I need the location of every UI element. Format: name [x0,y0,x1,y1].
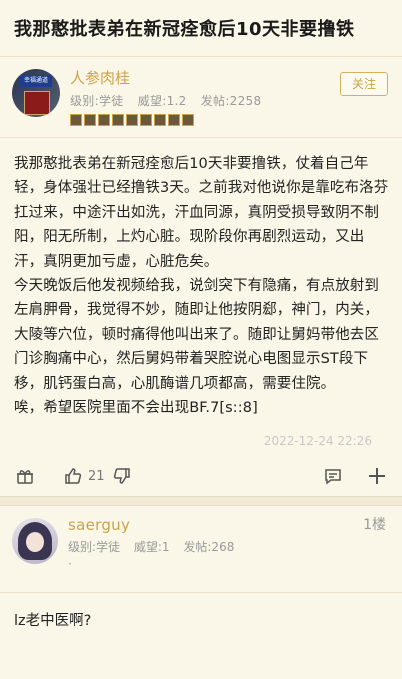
gift-icon[interactable] [14,465,36,487]
author-badges [70,114,390,126]
reply-author-posts: 发帖:268 [183,540,235,555]
author-level: 级别:学徒 [70,94,124,108]
follow-button[interactable]: 关注 [340,72,388,96]
post-paragraph: 今天晚饭后他发视频给我，说剑突下有隐痛，有点放射到左肩胛骨，我觉得不妙，随即让他… [14,278,379,392]
badge-icon[interactable] [154,114,166,126]
badge-icon[interactable] [70,114,82,126]
thumbs-down-icon[interactable] [111,465,133,487]
author-posts: 发帖:2258 [200,94,262,108]
plus-icon[interactable] [366,465,388,487]
thread-title-bar: 我那憨批表弟在新冠痊愈后10天非要撸铁 [0,0,402,57]
thread-title: 我那憨批表弟在新冠痊愈后10天非要撸铁 [14,19,355,40]
reply-author-name[interactable]: saerguy [68,516,390,534]
badge-icon[interactable] [140,114,152,126]
post-actions: 21 [0,456,402,496]
reply-author-meta: saerguy 级别:学徒 威望:1 发帖:268 · [68,516,390,571]
reply-avatar[interactable] [12,518,58,565]
reply-author-level: 级别:学徒 [68,540,121,555]
badge-icon[interactable] [98,114,110,126]
post-paragraph: 唉，希望医院里面不会出现BF.7[s::8] [14,400,258,417]
badge-icon[interactable] [182,114,194,126]
author-avatar[interactable]: 幸福通道 [12,69,60,117]
reply-author-reputation: 威望:1 [133,540,170,555]
reply-dot: · [68,557,72,572]
badge-icon[interactable] [84,114,96,126]
floor-number: 1楼 [363,517,386,534]
thumbs-up-icon[interactable] [62,465,84,487]
post-paragraph: 我那憨批表弟在新冠痊愈后10天非要撸铁，仗着自己年轻，身体强壮已经撸铁3天。之前… [14,156,389,270]
avatar-sign: 幸福通道 [20,75,52,87]
post-timestamp: 2022-12-24 22:26 [263,434,372,449]
avatar-door [24,91,50,115]
post-content: 我那憨批表弟在新冠痊愈后10天非要撸铁，仗着自己年轻，身体强壮已经撸铁3天。之前… [0,138,402,420]
like-count: 21 [88,468,105,484]
badge-icon[interactable] [112,114,124,126]
badge-icon[interactable] [168,114,180,126]
actions-right [322,465,388,487]
badge-icon[interactable] [126,114,138,126]
reply-author-stats: 级别:学徒 威望:1 发帖:268 [68,538,390,555]
author-reputation: 威望:1.2 [137,94,187,108]
reply-author-header: saerguy 级别:学徒 威望:1 发帖:268 · 1楼 [0,506,402,594]
section-divider [0,496,402,507]
post-author-header: 幸福通道 人参肉桂 级别:学徒 威望:1.2 发帖:2258 关注 [0,57,402,138]
like-group: 21 [62,465,133,487]
comment-icon[interactable] [322,465,344,487]
reply-content: lz老中医啊? [14,613,92,630]
